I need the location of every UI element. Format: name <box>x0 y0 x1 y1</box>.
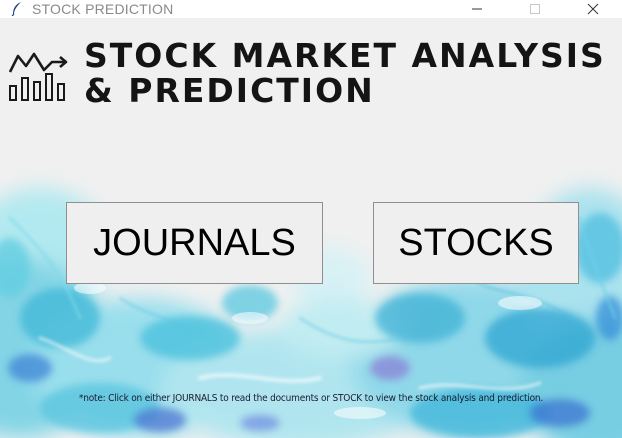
app-window: STOCK PREDICTION STOCK MARKET ANALYSIS &… <box>0 0 622 438</box>
window-controls <box>448 0 622 18</box>
maximize-icon <box>530 4 540 14</box>
stock-chart-logo-icon <box>8 52 68 101</box>
journals-button[interactable]: JOURNALS <box>66 202 323 284</box>
close-icon <box>587 3 599 15</box>
main-content: STOCK MARKET ANALYSIS & PREDICTION JOURN… <box>0 18 622 438</box>
title-bar[interactable]: STOCK PREDICTION <box>0 0 622 18</box>
minimize-button[interactable] <box>448 0 506 18</box>
window-title: STOCK PREDICTION <box>32 1 174 17</box>
footer-note: *note: Click on either JOURNALS to read … <box>78 393 544 404</box>
stocks-button[interactable]: STOCKS <box>373 202 579 284</box>
close-button[interactable] <box>564 0 622 18</box>
minimize-icon <box>472 8 482 10</box>
maximize-button[interactable] <box>506 0 564 18</box>
page-title: STOCK MARKET ANALYSIS & PREDICTION <box>84 36 606 110</box>
feather-icon <box>10 2 24 16</box>
